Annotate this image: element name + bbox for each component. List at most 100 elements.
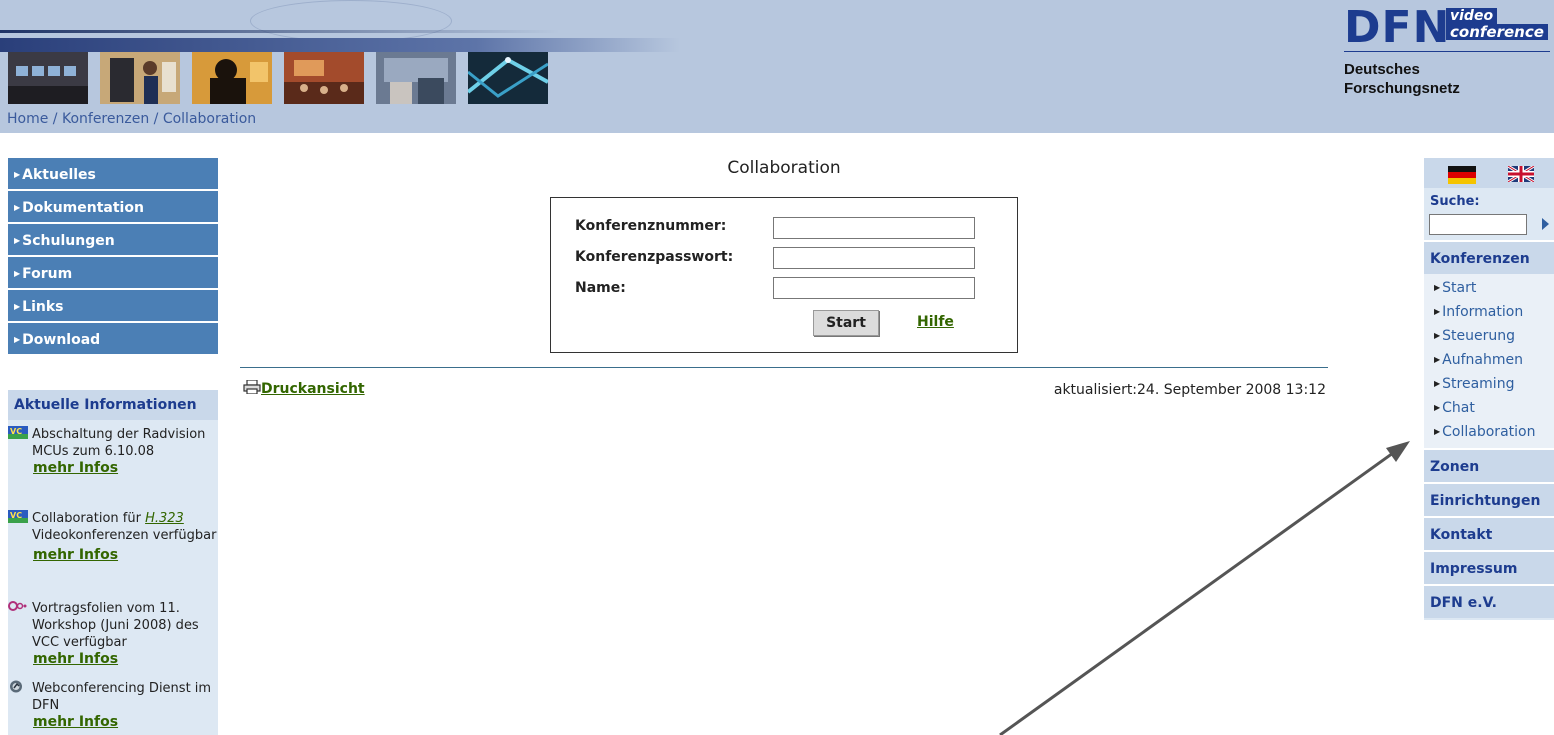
news-item: Webconferencing Dienst im DFN mehr Infos <box>8 680 218 731</box>
uk-flag-icon[interactable] <box>1508 166 1534 182</box>
webconf-icon <box>10 680 22 693</box>
triangle-icon: ▶ <box>1434 427 1441 436</box>
help-link[interactable]: Hilfe <box>917 314 954 330</box>
name-input[interactable] <box>773 277 975 299</box>
submenu-label: Aufnahmen <box>1442 352 1523 368</box>
news-panel-title: Aktuelle Informationen <box>8 390 218 420</box>
triangle-icon: ▶ <box>14 269 21 278</box>
submenu-item-streaming[interactable]: ▶ Streaming <box>1424 372 1554 396</box>
breadcrumb-home[interactable]: Home <box>7 111 48 127</box>
konferenzen-submenu: ▶ Start ▶ Information ▶ Steuerung ▶ Aufnahme… <box>1424 274 1554 448</box>
section-kontakt[interactable]: Kontakt <box>1424 516 1554 550</box>
news-item: VC Abschaltung der Radvision MCUs zum 6.… <box>8 426 218 477</box>
news-panel: Aktuelle Informationen VC Abschaltung de… <box>8 390 218 735</box>
start-button[interactable]: Start <box>813 310 879 336</box>
nav-item-links[interactable]: ▶ Links <box>8 290 218 323</box>
news-item: Vortragsfolien vom 11. Workshop (Juni 20… <box>8 600 218 668</box>
h323-link[interactable]: H.323 <box>145 511 184 526</box>
conference-password-input[interactable] <box>773 247 975 269</box>
nav-item-label: Aktuelles <box>22 167 96 183</box>
printer-icon <box>243 380 261 394</box>
nav-item-download[interactable]: ▶ Download <box>8 323 218 356</box>
triangle-icon: ▶ <box>14 170 21 179</box>
search-go-icon[interactable] <box>1542 218 1549 230</box>
conference-password-label: Konferenzpasswort: <box>575 249 734 265</box>
news-text: Abschaltung der Radvision MCUs zum 6.10.… <box>32 427 206 459</box>
search-label: Suche: <box>1430 194 1480 209</box>
print-view-label: Druckansicht <box>261 381 365 397</box>
more-info-link[interactable]: mehr Infos <box>33 547 218 564</box>
nav-item-schulungen[interactable]: ▶ Schulungen <box>8 224 218 257</box>
submenu-item-start[interactable]: ▶ Start <box>1424 276 1554 300</box>
banner-stripe <box>0 30 560 33</box>
more-info-link[interactable]: mehr Infos <box>33 714 218 731</box>
nav-item-label: Links <box>22 299 64 315</box>
section-einrichtungen[interactable]: Einrichtungen <box>1424 482 1554 516</box>
triangle-icon: ▶ <box>14 335 21 344</box>
submenu-label: Collaboration <box>1442 424 1536 440</box>
news-item: VC Collaboration für H.323 Videokonferenz… <box>8 510 218 564</box>
submenu-item-steuerung[interactable]: ▶ Steuerung <box>1424 324 1554 348</box>
breadcrumb-separator: / <box>52 111 62 127</box>
svg-text:VC: VC <box>10 511 22 520</box>
vc-icon: VC <box>8 426 28 439</box>
language-selector <box>1424 158 1554 188</box>
divider <box>240 367 1328 368</box>
nav-item-label: Schulungen <box>22 233 115 249</box>
triangle-icon: ▶ <box>1434 331 1441 340</box>
submenu-label: Steuerung <box>1442 328 1516 344</box>
nav-item-dokumentation[interactable]: ▶ Dokumentation <box>8 191 218 224</box>
triangle-icon: ▶ <box>14 236 21 245</box>
submenu-label: Start <box>1442 280 1477 296</box>
news-text: Webconferencing Dienst im DFN <box>32 681 212 713</box>
news-text: Collaboration für H.323 Videokonferenzen … <box>32 510 218 544</box>
submenu-item-chat[interactable]: ▶ Chat <box>1424 396 1554 420</box>
submenu-label: Streaming <box>1442 376 1515 392</box>
search-area: Suche: <box>1424 188 1554 240</box>
dfn-logo[interactable]: DFN video conference Deutsches Forschung… <box>1338 2 1552 104</box>
submenu-item-aufnahmen[interactable]: ▶ Aufnahmen <box>1424 348 1554 372</box>
more-info-link[interactable]: mehr Infos <box>33 651 218 668</box>
triangle-icon: ▶ <box>1434 307 1441 316</box>
name-label: Name: <box>575 280 626 296</box>
logo-video-text: video <box>1446 8 1498 24</box>
print-view-link[interactable]: Druckansicht <box>243 380 365 397</box>
triangle-icon: ▶ <box>1434 403 1441 412</box>
submenu-item-collaboration[interactable]: ▶ Collaboration <box>1424 420 1554 444</box>
section-dfn-ev[interactable]: DFN e.V. <box>1424 584 1554 618</box>
login-form: Konferenznummer: Konferenzpasswort: Name… <box>550 197 1018 353</box>
search-input[interactable] <box>1429 214 1527 235</box>
conference-number-input[interactable] <box>773 217 975 239</box>
banner-photo <box>284 52 364 104</box>
more-info-link[interactable]: mehr Infos <box>33 460 218 477</box>
header-banner: DFN video conference Deutsches Forschung… <box>0 0 1554 108</box>
news-text-part: Videokonferenzen verfügbar <box>32 528 217 543</box>
banner-photo <box>100 52 180 104</box>
breadcrumb-bar: Home / Konferenzen / Collaboration <box>0 108 1554 133</box>
triangle-icon: ▶ <box>1434 379 1441 388</box>
triangle-icon: ▶ <box>14 203 21 212</box>
german-flag-icon[interactable] <box>1448 166 1476 184</box>
triangle-icon: ▶ <box>1434 283 1441 292</box>
news-text: Vortragsfolien vom 11. Workshop (Juni 20… <box>32 601 199 650</box>
section-zonen[interactable]: Zonen <box>1424 448 1554 482</box>
slides-icon <box>8 601 27 611</box>
section-konferenzen[interactable]: Konferenzen <box>1424 240 1554 274</box>
submenu-label: Information <box>1442 304 1524 320</box>
globe-graphic <box>250 0 452 42</box>
logo-org-line: Deutsches <box>1344 61 1420 78</box>
section-impressum[interactable]: Impressum <box>1424 550 1554 584</box>
nav-item-aktuelles[interactable]: ▶ Aktuelles <box>8 158 218 191</box>
triangle-icon: ▶ <box>1434 355 1441 364</box>
right-sidebar: Suche: Konferenzen ▶ Start ▶ Information ▶… <box>1424 158 1554 620</box>
banner-photo <box>8 52 88 104</box>
nav-item-forum[interactable]: ▶ Forum <box>8 257 218 290</box>
nav-item-label: Forum <box>22 266 73 282</box>
breadcrumb-konferenzen[interactable]: Konferenzen <box>62 111 149 127</box>
submenu-item-information[interactable]: ▶ Information <box>1424 300 1554 324</box>
banner-photo <box>376 52 456 104</box>
breadcrumb: Home / Konferenzen / Collaboration <box>7 111 256 127</box>
logo-divider <box>1344 51 1550 52</box>
nav-item-label: Dokumentation <box>22 200 144 216</box>
conference-number-label: Konferenznummer: <box>575 218 727 234</box>
